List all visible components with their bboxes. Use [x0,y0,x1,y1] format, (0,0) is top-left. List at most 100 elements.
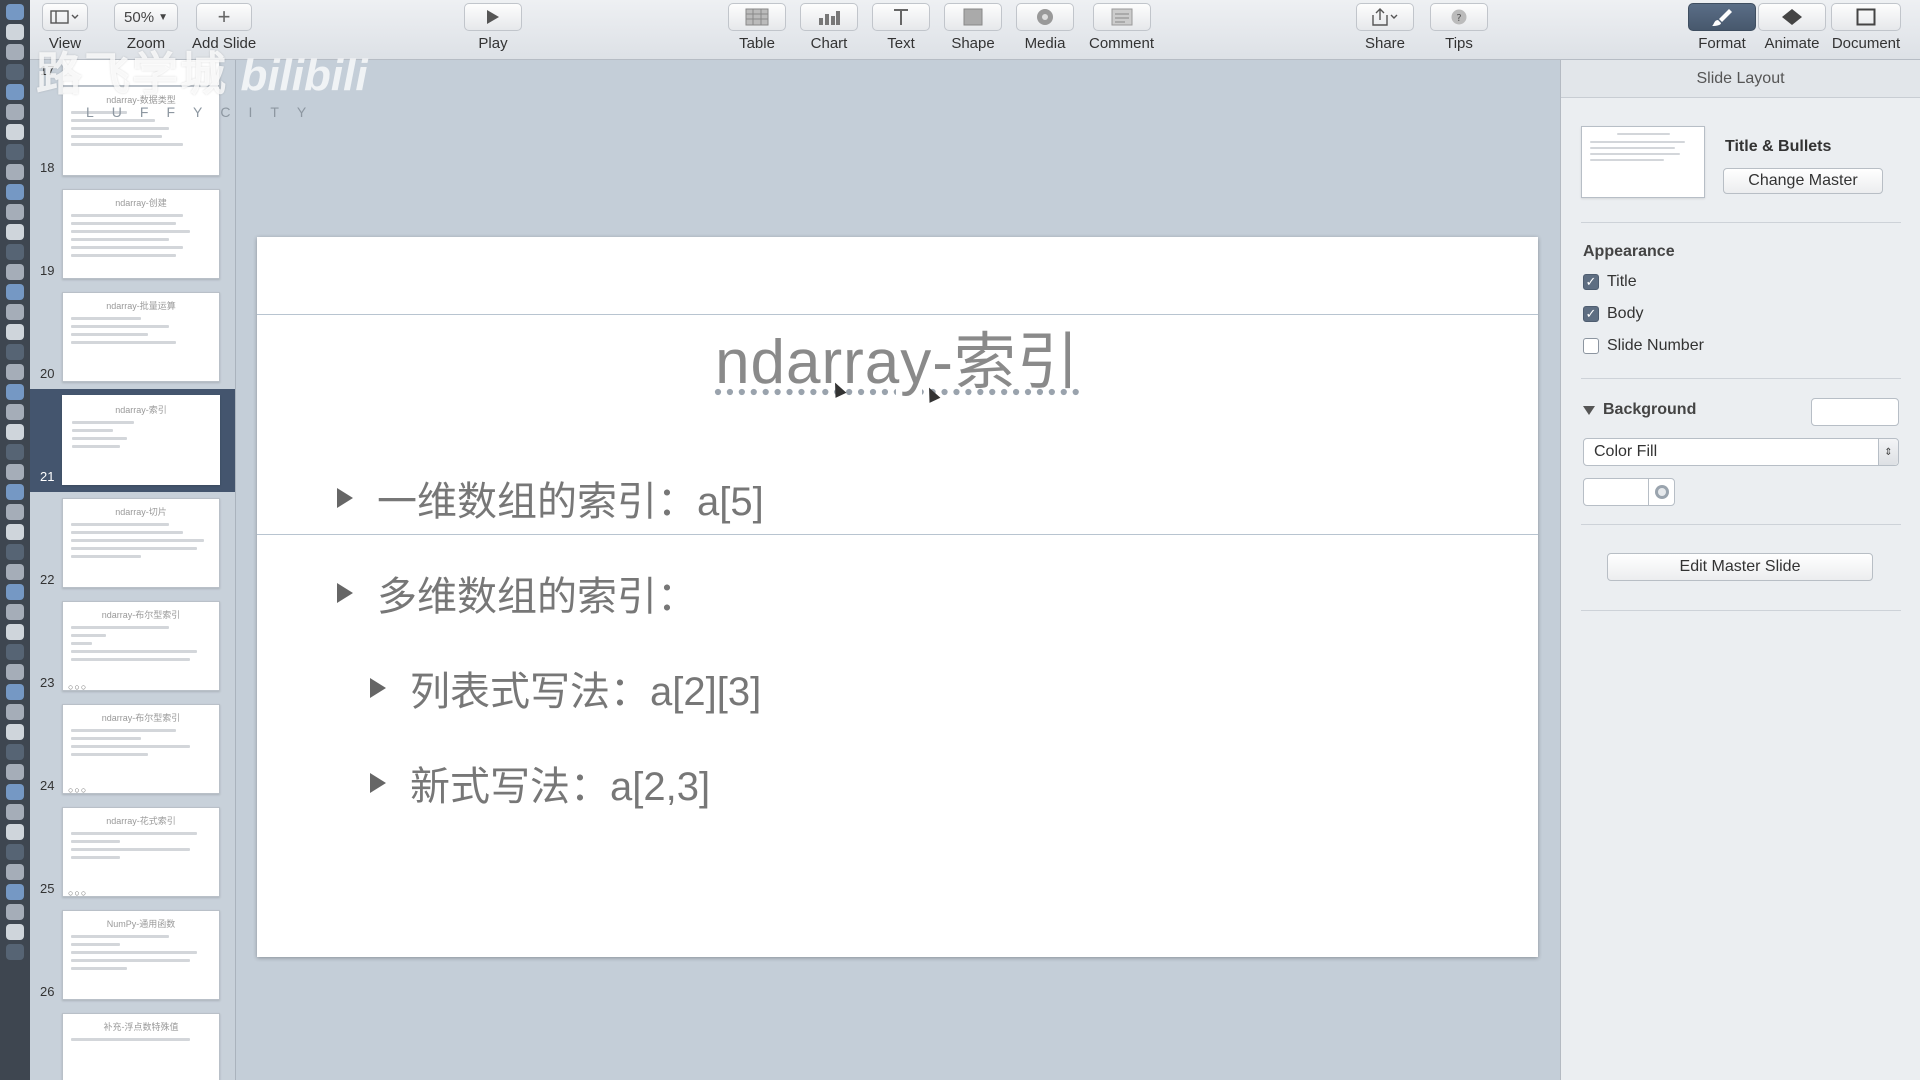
dock-app-icon[interactable] [6,864,24,880]
dock-app-icon[interactable] [6,4,24,20]
slide-thumbnail-24[interactable]: ndarray-布尔型索引 ○○○ 24 [30,698,235,801]
thumbnail-card[interactable]: ndarray-数据类型 [62,86,220,176]
dock-app-icon[interactable] [6,684,24,700]
change-master-button[interactable]: Change Master [1723,168,1883,194]
dock-app-icon[interactable] [6,564,24,580]
layout-preview[interactable] [1581,126,1705,198]
dock-app-icon[interactable] [6,244,24,260]
slide-thumbnail-21[interactable]: ndarray-索引 21 [30,389,235,492]
dock-app-icon[interactable] [6,664,24,680]
dock-app-icon[interactable] [6,484,24,500]
thumbnail-card[interactable]: ndarray-花式索引 [62,807,220,897]
thumbnail-card[interactable]: 补充-浮点数特殊值 [62,1013,220,1080]
share-button[interactable] [1356,3,1414,31]
dock-app-icon[interactable] [6,284,24,300]
title-checkbox[interactable]: ✓ [1583,274,1599,290]
dock-app-icon[interactable] [6,724,24,740]
dock-app-icon[interactable] [6,264,24,280]
slide-number-checkbox-row[interactable]: Slide Number [1583,337,1704,355]
shape-button[interactable] [944,3,1002,31]
media-button[interactable] [1016,3,1074,31]
dock-app-icon[interactable] [6,64,24,80]
add-slide-button[interactable]: + [196,3,253,31]
dock-app-icon[interactable] [6,544,24,560]
share-tool[interactable]: Share [1356,3,1414,52]
document-button[interactable] [1831,3,1901,31]
dock-app-icon[interactable] [6,924,24,940]
background-color-swatch[interactable] [1811,398,1899,426]
slide-canvas[interactable]: ndarray-索引 一维数组的索引：a[5] 多维数组的索引： 列表式写法：a… [237,60,1560,1080]
bullet-2[interactable]: 多维数组的索引： [337,564,697,622]
dock-app-icon[interactable] [6,704,24,720]
dock-app-icon[interactable] [6,944,24,960]
dock-app-icon[interactable] [6,904,24,920]
dock-app-icon[interactable] [6,624,24,640]
dock-app-icon[interactable] [6,844,24,860]
dock-app-icon[interactable] [6,364,24,380]
dock-app-icon[interactable] [6,424,24,440]
zoom-tool[interactable]: 50% ▼ Zoom [114,3,178,52]
document-tool[interactable]: Document [1831,3,1901,52]
slide[interactable]: ndarray-索引 一维数组的索引：a[5] 多维数组的索引： 列表式写法：a… [257,237,1538,957]
dock-app-icon[interactable] [6,104,24,120]
dock-app-icon[interactable] [6,444,24,460]
edit-master-slide-button[interactable]: Edit Master Slide [1607,553,1873,581]
chart-tool[interactable]: Chart [800,3,858,52]
dock-app-icon[interactable] [6,744,24,760]
dock-app-icon[interactable] [6,44,24,60]
slide-number-checkbox[interactable] [1583,338,1599,354]
slide-thumbnail-20[interactable]: ndarray-批量运算 20 [30,286,235,389]
dock-app-icon[interactable] [6,644,24,660]
slide-thumbnail-25[interactable]: ndarray-花式索引 ○○○ 25 [30,801,235,904]
thumbnail-card[interactable]: ndarray-布尔型索引 [62,704,220,794]
dock-app-icon[interactable] [6,804,24,820]
dock-app-icon[interactable] [6,124,24,140]
slide-thumbnail-26[interactable]: NumPy-通用函数 26 [30,904,235,1007]
thumbnail-card[interactable]: ndarray-切片 [62,498,220,588]
play-tool[interactable]: Play [464,3,522,52]
color-wheel-icon[interactable] [1648,479,1674,505]
add-slide-tool[interactable]: + Add Slide [192,3,256,52]
dock-app-icon[interactable] [6,884,24,900]
dock-app-icon[interactable] [6,204,24,220]
format-button[interactable] [1688,3,1756,31]
slide-thumbnail-22[interactable]: ndarray-切片 22 [30,492,235,595]
dock-app-icon[interactable] [6,184,24,200]
chart-button[interactable] [800,3,858,31]
slide-title-text[interactable]: ndarray-索引 [715,328,1080,397]
text-button[interactable] [872,3,930,31]
dock-app-icon[interactable] [6,604,24,620]
thumbnail-card[interactable]: ndarray-索引 [62,395,220,485]
format-tool[interactable]: Format [1688,3,1756,52]
play-button[interactable] [464,3,522,31]
fill-type-select[interactable]: Color Fill ⇕ [1583,438,1899,466]
dock-app-icon[interactable] [6,404,24,420]
background-section-toggle[interactable]: Background [1583,401,1696,419]
dock-app-icon[interactable] [6,764,24,780]
zoom-select[interactable]: 50% ▼ [114,3,178,31]
bullet-2-2[interactable]: 新式写法：a[2,3] [370,754,710,812]
tips-tool[interactable]: ? Tips [1430,3,1488,52]
title-checkbox-row[interactable]: ✓ Title [1583,273,1637,291]
thumbnail-card[interactable]: ndarray-批量运算 [62,292,220,382]
animate-button[interactable] [1758,3,1826,31]
slide-title[interactable]: ndarray-索引 [257,311,1538,401]
bullet-2-1[interactable]: 列表式写法：a[2][3] [370,659,761,717]
shape-tool[interactable]: Shape [944,3,1002,52]
comment-button[interactable] [1092,3,1151,31]
thumbnail-card[interactable]: ndarray-创建 [62,189,220,279]
media-tool[interactable]: Media [1016,3,1074,52]
fill-color-well[interactable] [1583,478,1675,506]
slide-thumbnail-17[interactable]: 17 [30,60,235,86]
dock-app-icon[interactable] [6,24,24,40]
slide-thumbnail-19[interactable]: ndarray-创建 19 [30,183,235,286]
body-checkbox[interactable]: ✓ [1583,306,1599,322]
thumbnail-card[interactable]: NumPy-通用函数 [62,910,220,1000]
dock-app-icon[interactable] [6,304,24,320]
dock-app-icon[interactable] [6,344,24,360]
table-tool[interactable]: Table [728,3,786,52]
tips-button[interactable]: ? [1430,3,1488,31]
dock-app-icon[interactable] [6,524,24,540]
dock-app-icon[interactable] [6,324,24,340]
table-button[interactable] [728,3,786,31]
